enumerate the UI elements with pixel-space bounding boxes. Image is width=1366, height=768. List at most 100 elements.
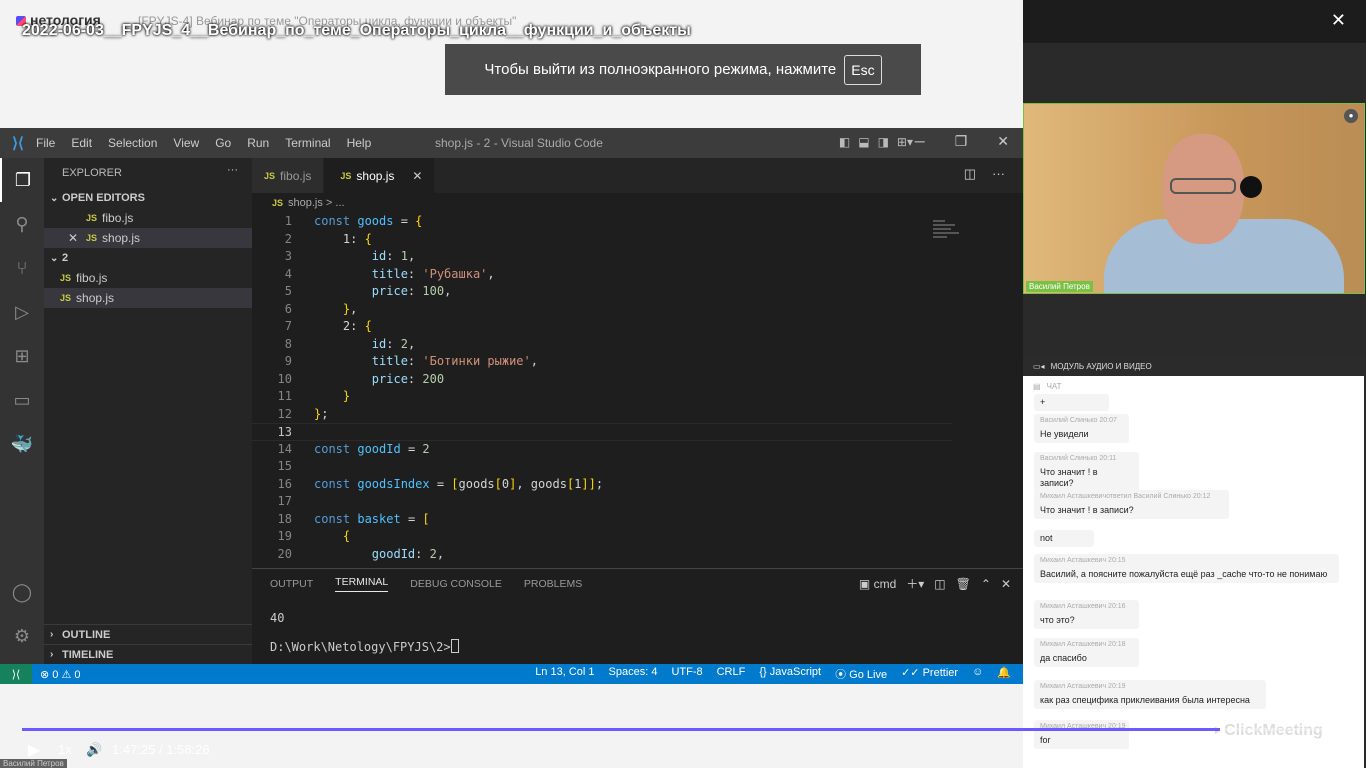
terminal-prompt[interactable]: D:\Work\Netology\FPYJS\2> (252, 639, 1023, 654)
code-editor[interactable]: 1 const goods = {2 1: {3 id: 1, 4 title: '… (252, 213, 952, 563)
menu-item[interactable]: Edit (71, 136, 92, 150)
editor-actions: ◫ ··· (964, 166, 1005, 182)
code-line[interactable]: 20 goodId: 2, (252, 546, 952, 564)
more-actions-icon[interactable]: ··· (992, 166, 1005, 182)
open-editor-item[interactable]: JS fibo.js (44, 208, 252, 228)
play-icon[interactable]: ▶ (28, 740, 40, 760)
settings-gear-icon[interactable]: ⚙ (0, 614, 44, 658)
new-terminal-icon[interactable]: ＋▾ (906, 575, 924, 592)
restore-icon[interactable]: ❐ (955, 133, 968, 150)
minimap[interactable] (933, 218, 963, 258)
broadcast-icon: ⦿ (835, 669, 850, 681)
terminal-shell-label[interactable]: ▣ cmd (859, 577, 896, 591)
tab-fibo[interactable]: JS fibo.js (252, 158, 325, 193)
run-debug-icon[interactable]: ▷ (0, 290, 44, 334)
tab-shop[interactable]: JS shop.js ✕ (324, 158, 436, 193)
settings-icon[interactable]: ⚙ (1264, 742, 1276, 758)
toggle-secondary-sidebar-icon[interactable]: ◨ (878, 135, 889, 149)
remote-indicator-icon[interactable]: ⟩⟨ (0, 664, 32, 684)
remote-explorer-icon[interactable]: ▭ (0, 378, 44, 422)
outline-section[interactable]: › OUTLINE (44, 624, 252, 644)
volume-icon[interactable]: 🔊 (86, 742, 102, 758)
encoding[interactable]: UTF-8 (671, 666, 702, 682)
menu-item[interactable]: Go (215, 136, 231, 150)
source-control-icon[interactable]: ⑂ (0, 246, 44, 290)
indentation[interactable]: Spaces: 4 (609, 666, 658, 682)
minimize-icon[interactable]: ─ (915, 133, 925, 150)
panel-tab[interactable]: TERMINAL (335, 576, 389, 592)
code-line[interactable]: 10 price: 200 (252, 371, 952, 389)
breadcrumb[interactable]: JS shop.js > ... (252, 193, 1023, 213)
esc-key: Esc (844, 54, 882, 85)
playback-speed[interactable]: 1x (58, 742, 72, 757)
chapters-icon[interactable]: ☰ (1236, 742, 1248, 758)
menu-item[interactable]: Help (347, 136, 372, 150)
folder-section[interactable]: ⌄ 2 (44, 248, 252, 268)
menu-item[interactable]: View (173, 136, 199, 150)
code-line[interactable]: 4 title: 'Рубашка', (252, 266, 952, 284)
code-line[interactable]: 14 const goodId = 2 (252, 441, 952, 459)
toggle-sidebar-icon[interactable]: ◧ (839, 135, 850, 149)
timeline-section[interactable]: › TIMELINE (44, 644, 252, 664)
webcam-video[interactable]: ● Василий Петров (1023, 103, 1365, 294)
notifications-icon[interactable]: 🔔 (997, 666, 1011, 682)
menu-item[interactable]: Run (247, 136, 269, 150)
panel-tab[interactable]: DEBUG CONSOLE (410, 578, 502, 590)
code-line[interactable]: 11 } (252, 388, 952, 406)
cursor-position[interactable]: Ln 13, Col 1 (535, 666, 594, 682)
end-of-line[interactable]: CRLF (717, 666, 746, 682)
file-item[interactable]: JS shop.js (44, 288, 252, 308)
fullscreen-icon[interactable]: ⛶ (1322, 742, 1331, 758)
split-terminal-icon[interactable]: ◫ (934, 577, 945, 591)
code-line[interactable]: 6 }, (252, 301, 952, 319)
close-tab-icon[interactable]: ✕ (412, 169, 422, 183)
microphone-icon[interactable]: ● (1344, 109, 1358, 123)
explorer-icon[interactable]: ❐ (0, 158, 44, 202)
accounts-status-icon[interactable]: ☺ (972, 666, 983, 682)
code-line[interactable]: 1 const goods = { (252, 213, 952, 231)
accounts-icon[interactable]: ◯ (0, 570, 44, 614)
trash-icon[interactable]: 🗑 (956, 577, 971, 591)
panel-tab[interactable]: PROBLEMS (524, 578, 582, 590)
code-line[interactable]: 9 title: 'Ботинки рыжие', (252, 353, 952, 371)
panel-tab[interactable]: OUTPUT (270, 578, 313, 590)
menu-item[interactable]: Selection (108, 136, 157, 150)
exit-fullscreen-icon[interactable]: ✕ (1331, 10, 1346, 31)
code-line[interactable]: 7 2: { (252, 318, 952, 336)
picture-in-picture-icon[interactable]: ▣ (1292, 742, 1304, 758)
docker-icon[interactable]: 🐳 (0, 422, 44, 466)
code-line[interactable]: 8 id: 2, (252, 336, 952, 354)
more-actions-icon[interactable]: ··· (227, 164, 238, 176)
code-line[interactable]: 17 (252, 493, 952, 511)
menu-item[interactable]: Terminal (285, 136, 330, 150)
code-line[interactable]: 2 1: { (252, 231, 952, 249)
extensions-icon[interactable]: ⊞ (0, 334, 44, 378)
file-item[interactable]: JS fibo.js (44, 268, 252, 288)
code-line[interactable]: 5 price: 100, (252, 283, 952, 301)
player-controls: ▶ 1x 🔊 1:47:25 / 1:58:26 ☰ ⚙ ▣ ⛶ (0, 736, 1366, 764)
code-line[interactable]: 15 (252, 458, 952, 476)
customize-layout-icon[interactable]: ⊞▾ (897, 135, 913, 149)
code-line[interactable]: 18 const basket = [ (252, 511, 952, 529)
code-line[interactable]: 19 { (252, 528, 952, 546)
maximize-panel-icon[interactable]: ⌃ (981, 577, 991, 591)
problems-indicator[interactable]: ⊗ 0 ⚠ 0 (40, 668, 80, 681)
open-editor-item[interactable]: ✕ JS shop.js (44, 228, 252, 248)
open-editors-section[interactable]: ⌄ OPEN EDITORS (44, 188, 252, 208)
code-line[interactable]: 13 (252, 423, 952, 441)
split-editor-icon[interactable]: ◫ (964, 166, 976, 182)
code-line[interactable]: 16 const goodsIndex = [goods[0], goods[1]… (252, 476, 952, 494)
search-icon[interactable]: ⚲ (0, 202, 44, 246)
close-editor-icon[interactable]: ✕ (68, 231, 86, 245)
menu-item[interactable]: File (36, 136, 55, 150)
go-live-button[interactable]: ⦿ Go Live (835, 666, 887, 682)
code-line[interactable]: 12}; (252, 406, 952, 424)
prettier-button[interactable]: ✓✓ Prettier (901, 666, 958, 682)
close-panel-icon[interactable]: ✕ (1001, 577, 1011, 591)
av-module-bar[interactable]: ▭◂ МОДУЛЬ АУДИО И ВИДЕО (1023, 356, 1366, 376)
close-window-icon[interactable]: ✕ (997, 133, 1009, 150)
toggle-panel-icon[interactable]: ⬓ (858, 135, 869, 149)
code-line[interactable]: 3 id: 1, (252, 248, 952, 266)
language-mode[interactable]: {} JavaScript (759, 666, 821, 682)
progress-bar[interactable] (22, 728, 1343, 731)
